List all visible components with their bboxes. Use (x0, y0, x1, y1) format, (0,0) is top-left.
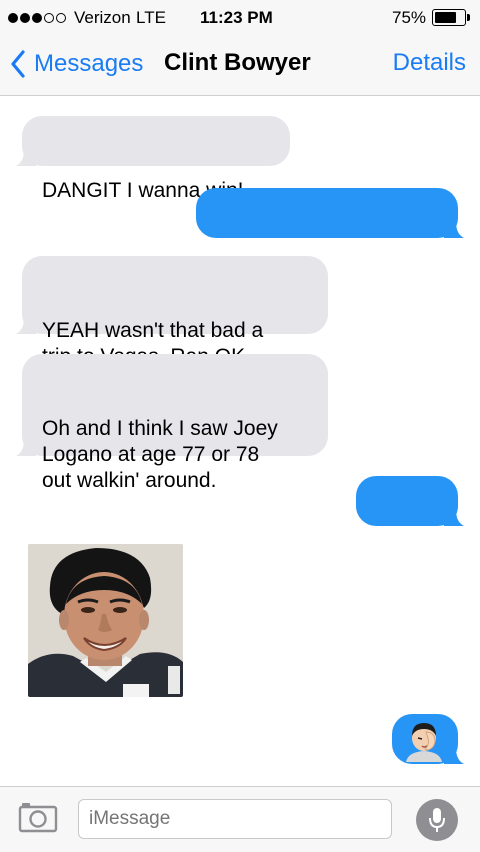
bubble-tail (16, 436, 36, 456)
message-text: Huh?! (376, 539, 433, 562)
details-button[interactable]: Details (393, 49, 466, 77)
bubble-tail (16, 146, 36, 166)
bubble-tail (16, 314, 36, 334)
photo-image (28, 544, 183, 697)
status-bar: Verizon LTE 11:23 PM 75% (0, 0, 480, 40)
microphone-icon (429, 808, 445, 832)
outgoing-message-bubble[interactable]: 12th ain't bad though (196, 188, 464, 274)
battery-percent: 75% (392, 8, 427, 27)
battery-icon (432, 9, 466, 26)
back-button-label: Messages (34, 50, 144, 77)
message-input[interactable] (78, 799, 392, 839)
signal-strength-icon (8, 13, 66, 23)
incoming-message-bubble[interactable]: DANGIT I wanna win! (16, 116, 290, 202)
carrier-name: Verizon (74, 8, 131, 27)
incoming-message-bubble[interactable]: Oh and I think I saw Joey Logano at age … (16, 354, 328, 492)
back-button[interactable]: Messages (10, 48, 143, 80)
outgoing-message-bubble[interactable]: Huh?! (356, 476, 464, 562)
face-palm-emoji-icon (406, 723, 442, 762)
input-bar (0, 786, 480, 852)
contact-name: Clint Bowyer (164, 49, 311, 76)
outgoing-emoji-bubble[interactable] (392, 714, 464, 764)
messages-screen: Verizon LTE 11:23 PM 75% Messages Clint … (0, 0, 480, 852)
chevron-left-icon (11, 50, 25, 78)
camera-icon[interactable] (18, 801, 58, 833)
microphone-button[interactable] (416, 799, 458, 841)
photo-message[interactable] (28, 544, 183, 697)
bubble-tail (444, 506, 464, 526)
network-type: LTE (136, 8, 166, 27)
battery-level-fill (435, 12, 456, 23)
battery-tip (467, 14, 470, 21)
incoming-message-bubble[interactable]: YEAH wasn't that bad a trip to Vegas. Ra… (16, 256, 328, 368)
message-text: Oh and I think I saw Joey Logano at age … (42, 417, 278, 492)
bubble-tail (444, 218, 464, 238)
navigation-bar: Messages Clint Bowyer Details (0, 40, 480, 96)
status-time: 11:23 PM (200, 8, 273, 27)
